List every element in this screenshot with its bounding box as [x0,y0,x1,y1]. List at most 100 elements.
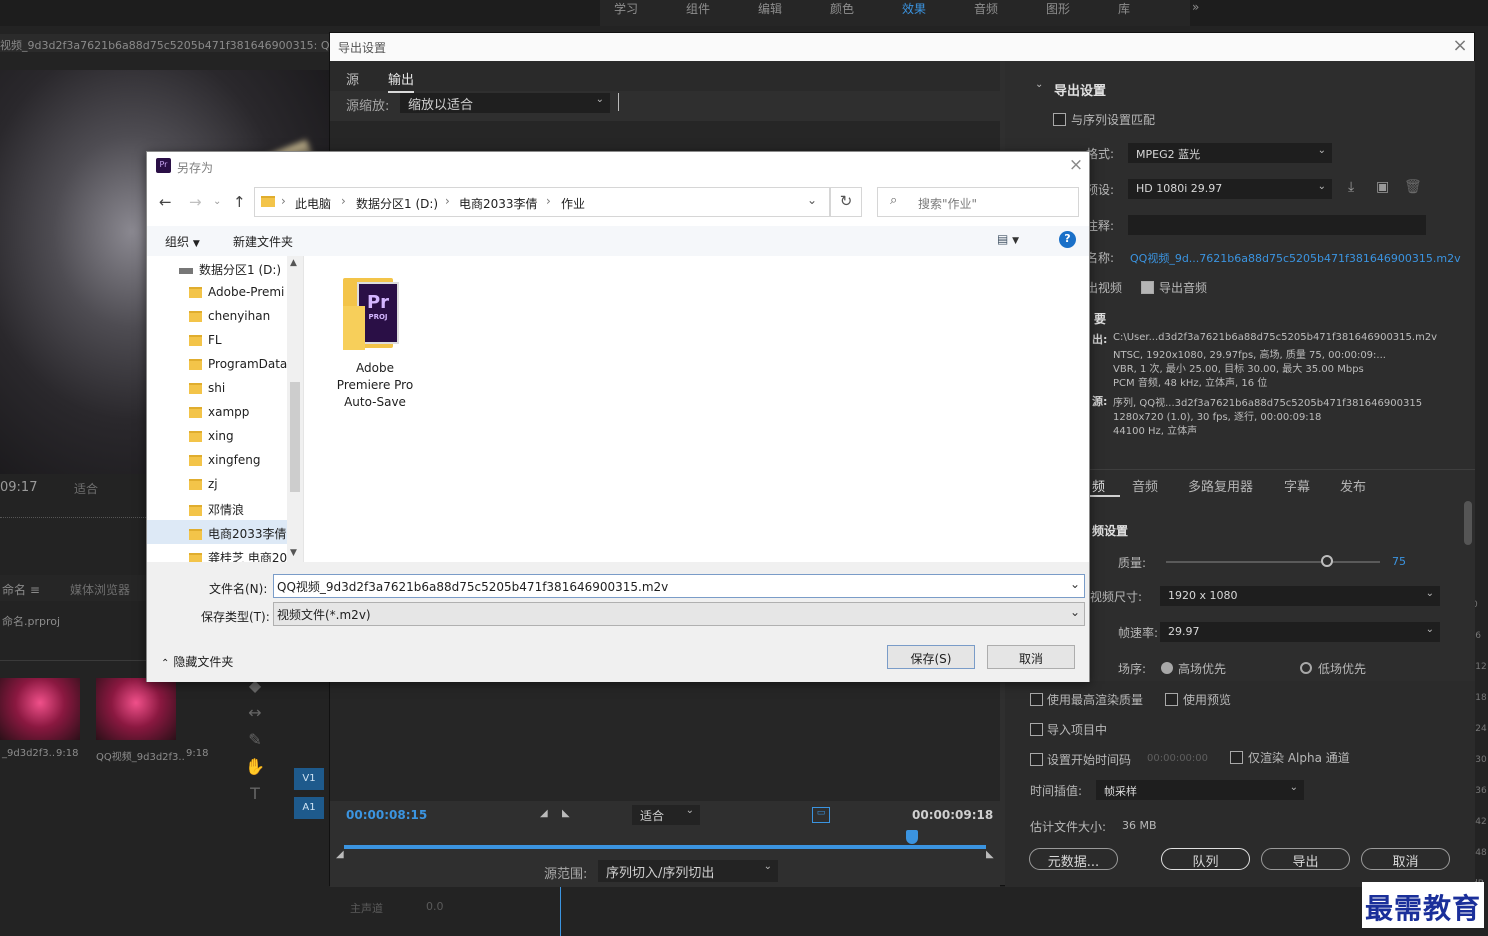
help-icon[interactable]: ? [1059,231,1076,248]
breadcrumb-this-pc[interactable]: 此电脑 [295,195,331,212]
tree-item-folder[interactable]: ProgramData [147,352,287,376]
in-timecode[interactable]: 00:00:08:15 [346,808,427,822]
tree-item-folder[interactable]: xingfeng [147,448,287,472]
queue-button[interactable]: 队列 [1161,848,1250,870]
match-sequence-checkbox[interactable] [1053,113,1066,126]
tree-item-folder[interactable]: 邓情浪 [147,496,287,520]
delete-preset-icon[interactable]: 🗑 [1404,179,1422,195]
tab-multiplexer[interactable]: 多路复用器 [1188,476,1253,495]
mark-out-icon[interactable]: ◣ [562,808,570,819]
fit-select[interactable]: 适合 ⌄ [632,805,700,825]
chevron-down-icon[interactable]: ⌄ [1070,577,1080,591]
new-folder-button[interactable]: 新建文件夹 [233,233,293,250]
chevron-down-icon[interactable]: ⌄ [1035,79,1043,90]
hand-tool-icon[interactable]: ✋ [240,757,270,784]
frame-size-select[interactable]: 1920 x 1080 ⌄ [1160,586,1440,606]
workspace-libraries[interactable]: 库 [1118,0,1130,16]
filename-input[interactable]: QQ视频_9d3d2f3a7621b6a88d75c5205b471f38164… [273,574,1085,598]
slip-tool-icon[interactable]: ↔ [240,703,270,730]
render-alpha-checkbox[interactable] [1230,751,1243,764]
workspace-graphics[interactable]: 图形 [1046,0,1070,16]
output-name-link[interactable]: QQ视频_9d...7621b6a88d75c5205b471f38164690… [1130,250,1461,266]
tab-source[interactable]: 源 [346,69,359,88]
tab-output[interactable]: 输出 [388,69,415,93]
quality-value[interactable]: 75 [1392,555,1406,568]
export-button[interactable]: 导出 [1261,848,1350,870]
breadcrumb-folder[interactable]: 电商2033李倩 [459,195,538,212]
tree-item-folder[interactable]: zj [147,472,287,496]
settings-scrollbar[interactable] [1464,501,1472,545]
field-lower-radio[interactable] [1300,662,1312,674]
refresh-icon[interactable]: ↻ [830,187,862,217]
tab-project[interactable]: 命名 ≡ [2,581,40,598]
tree-item-folder[interactable]: chenyihan [147,304,287,328]
comments-input[interactable] [1128,215,1426,235]
field-upper-radio[interactable] [1161,662,1173,674]
source-range-select[interactable]: 序列切入/序列切出 ⌄ [598,860,778,882]
back-arrow-icon[interactable]: ← [159,193,172,211]
track-a1[interactable]: A1 [294,797,324,819]
filetype-select[interactable]: 视频文件(*.m2v) ⌄ [273,602,1085,626]
search-input[interactable]: ⌕ 搜索"作业" [877,187,1079,217]
use-preview-checkbox[interactable] [1165,693,1178,706]
scroll-up-icon[interactable]: ▲ [290,258,297,268]
tab-video[interactable]: 频 [1092,476,1105,495]
track-v1[interactable]: V1 [294,768,324,790]
workspace-color[interactable]: 颜色 [830,0,854,16]
file-item-label[interactable]: Adobe Premiere Pro Auto-Save [319,360,431,411]
tree-scrollbar-thumb[interactable] [290,382,300,492]
source-scaling-select[interactable]: 缩放以适合 ⌄ [400,93,610,113]
view-options-icon[interactable]: ▤ ▼ [997,232,1019,246]
up-arrow-icon[interactable]: ↑ [233,193,246,211]
clip-thumbnail[interactable] [96,678,176,740]
tree-item-folder[interactable]: shi [147,376,287,400]
cancel-button[interactable]: 取消 [987,645,1075,669]
tree-item-folder[interactable]: Adobe-Premi [147,280,287,304]
tab-audio[interactable]: 音频 [1132,476,1158,495]
address-bar[interactable]: › 此电脑 › 数据分区1 (D:) › 电商2033李倩 › 作业 ⌄ [254,187,830,217]
organize-menu[interactable]: 组织 ▼ [165,233,200,250]
workspace-audio[interactable]: 音频 [974,0,998,16]
export-audio-checkbox[interactable] [1141,281,1154,294]
hide-folders-toggle[interactable]: ⌃ 隐藏文件夹 [161,653,233,670]
playhead-handle[interactable] [906,830,918,844]
range-start-handle-icon[interactable]: ◢ [336,849,344,860]
recent-locations-chevron-icon[interactable]: ⌄ [213,196,221,207]
quality-slider-knob[interactable] [1320,555,1333,567]
tab-captions[interactable]: 字幕 [1284,476,1310,495]
quality-slider[interactable] [1166,561,1380,563]
tree-item-drive[interactable]: 数据分区1 (D:) [147,256,287,280]
max-render-checkbox[interactable] [1030,693,1043,706]
set-start-tc-checkbox[interactable] [1030,753,1043,766]
dialog-close-icon[interactable]: × [1065,155,1087,175]
start-tc-value[interactable]: 00:00:00:00 [1147,753,1208,764]
premiere-project-file-icon[interactable]: Pr PROJ [343,270,401,354]
export-close-icon[interactable]: × [1448,35,1472,59]
pen-tool-icon[interactable]: ✎ [240,730,270,757]
tree-item-folder[interactable]: FL [147,328,287,352]
tree-item-folder[interactable]: 龚桂芝 电商20 [147,544,287,562]
save-preset-icon[interactable]: ⤓ [1348,179,1354,195]
format-select[interactable]: MPEG2 蓝光 ⌄ [1128,143,1332,163]
range-bar[interactable] [344,845,986,849]
time-interp-select[interactable]: 帧采样 ⌄ [1096,780,1304,800]
breadcrumb-current[interactable]: 作业 [561,195,585,212]
workspace-assembly[interactable]: 组件 [686,0,710,16]
workspace-effects[interactable]: 效果 [902,0,926,16]
tab-publish[interactable]: 发布 [1340,476,1366,495]
scroll-down-icon[interactable]: ▼ [290,548,297,558]
clip-thumbnail[interactable] [0,678,80,740]
tree-item-folder-selected[interactable]: 电商2033李倩 [147,520,287,544]
range-end-handle-icon[interactable]: ◣ [986,849,994,860]
mark-in-icon[interactable]: ◢ [540,808,548,819]
workspace-learn[interactable]: 学习 [614,0,638,16]
metadata-button[interactable]: 元数据... [1029,848,1118,870]
address-dropdown-icon[interactable]: ⌄ [807,193,817,207]
frame-rate-select[interactable]: 29.97 ⌄ [1160,622,1440,642]
source-fit-select[interactable]: 适合 [74,480,98,497]
tree-item-folder[interactable]: xing [147,424,287,448]
tab-media-browser[interactable]: 媒体浏览器 [70,581,130,598]
breadcrumb-drive[interactable]: 数据分区1 (D:) [356,195,438,212]
forward-arrow-icon[interactable]: → [189,193,202,211]
preset-select[interactable]: HD 1080i 29.97 ⌄ [1128,179,1332,199]
